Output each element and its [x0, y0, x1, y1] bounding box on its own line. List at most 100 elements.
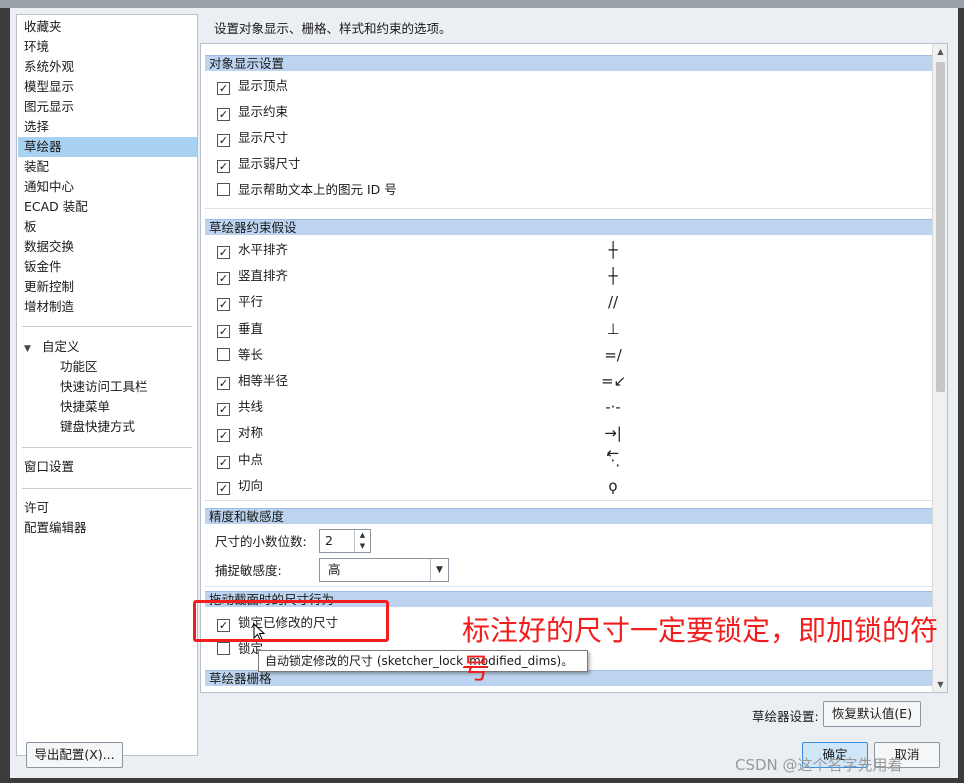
checkbox-unchecked[interactable]: [217, 183, 230, 196]
checkbox-checked[interactable]: ✓: [217, 455, 230, 469]
checkbox-label: 对称: [238, 425, 264, 441]
checkbox-checked[interactable]: ✓: [217, 377, 230, 390]
checkbox-checked[interactable]: ✓: [217, 298, 230, 312]
checkbox-option[interactable]: 锁定: [217, 639, 263, 659]
decimal-places-spinner[interactable]: 2 ▲ ▼: [319, 529, 371, 553]
tangent-constraint-icon: ϙ: [608, 476, 618, 495]
nav-item[interactable]: 装配: [18, 157, 197, 177]
checkbox-checked[interactable]: ✓: [217, 160, 230, 173]
annotation-highlight-box: [193, 600, 389, 642]
checkbox-label: 等长: [238, 346, 264, 362]
checkbox-label: 显示尺寸: [238, 130, 289, 145]
checkbox-checked[interactable]: ✓: [217, 403, 230, 417]
nav-subitem[interactable]: 快捷菜单: [18, 397, 197, 417]
nav-item[interactable]: 系统外观: [18, 57, 197, 77]
nav-item[interactable]: 收藏夹: [18, 17, 197, 37]
perpendicular-constraint-icon: ⊥: [606, 319, 620, 338]
checkbox-option[interactable]: ✓ 平行: [217, 292, 263, 312]
checkbox-label: 显示帮助文本上的图元 ID 号: [238, 182, 397, 197]
chevron-down-icon[interactable]: ▼: [430, 559, 448, 581]
checkbox-label: 共线: [238, 399, 264, 415]
csdn-watermark: CSDN @这个名字先用着: [735, 756, 903, 774]
checkbox-checked[interactable]: ✓: [217, 429, 230, 443]
checkbox-option[interactable]: ✓ 垂直: [217, 319, 263, 339]
checkbox-option[interactable]: ✓ 显示尺寸: [217, 128, 288, 148]
nav-item[interactable]: 通知中心: [18, 177, 197, 197]
checkbox-checked[interactable]: ✓: [217, 108, 230, 121]
nav-item[interactable]: 许可: [18, 498, 197, 518]
checkbox-label: 中点: [238, 451, 264, 467]
checkbox-checked[interactable]: ✓: [217, 82, 230, 95]
nav-divider: [22, 488, 192, 489]
panel-scrollbar[interactable]: ▲ ▼: [932, 44, 947, 692]
nav-item[interactable]: 数据交换: [18, 237, 197, 257]
export-config-button[interactable]: 导出配置(X)...: [26, 742, 123, 768]
checkbox-option[interactable]: 等长: [217, 345, 263, 365]
nav-subitem[interactable]: 快速访问工具栏: [18, 377, 197, 397]
horizontal-constraint-icon: ┼: [608, 241, 618, 259]
nav-item[interactable]: 图元显示: [18, 97, 197, 117]
snap-sensitivity-select[interactable]: 高 ▼: [319, 558, 449, 582]
nav-subitem[interactable]: 键盘快捷方式: [18, 417, 197, 437]
page-description: 设置对象显示、栅格、样式和约束的选项。: [214, 21, 452, 36]
section-separator: [205, 208, 933, 209]
checkbox-option[interactable]: ✓ 显示顶点: [217, 76, 288, 96]
checkbox-checked[interactable]: ✓: [217, 134, 230, 147]
restore-defaults-button[interactable]: 恢复默认值(E): [823, 701, 921, 727]
nav-divider: [22, 326, 192, 327]
nav-group-custom-label: 自定义: [41, 339, 80, 354]
sketcher-settings-label: 草绘器设置:: [752, 709, 819, 724]
equal-length-constraint-icon: =/: [604, 345, 622, 364]
spin-up-icon[interactable]: ▲: [355, 530, 370, 541]
nav-item[interactable]: 板: [18, 217, 197, 237]
checkbox-option[interactable]: ✓ 相等半径: [217, 371, 288, 391]
scroll-thumb[interactable]: [936, 62, 945, 392]
checkbox-label: 竖直排齐: [238, 268, 289, 284]
equal-radius-constraint-icon: =↙: [601, 372, 627, 390]
nav-item[interactable]: 钣金件: [18, 257, 197, 277]
nav-item[interactable]: 更新控制: [18, 277, 197, 297]
nav-group-custom[interactable]: ▼ 自定义: [18, 337, 197, 357]
nav-item[interactable]: 选择: [18, 117, 197, 137]
nav-item[interactable]: 配置编辑器: [18, 518, 197, 538]
collinear-constraint-icon: -·-: [605, 398, 621, 417]
snap-sensitivity-value: 高: [328, 562, 341, 577]
checkbox-option[interactable]: 显示帮助文本上的图元 ID 号: [217, 180, 397, 200]
decimal-places-value: 2: [325, 533, 333, 548]
nav-item[interactable]: ECAD 装配: [18, 197, 197, 217]
section-separator: [205, 586, 933, 587]
checkbox-option[interactable]: ✓ 共线: [217, 397, 263, 417]
nav-item-window-settings[interactable]: 窗口设置: [18, 457, 197, 477]
spinner-buttons[interactable]: ▲ ▼: [354, 530, 370, 552]
checkbox-option[interactable]: ✓ 对称: [217, 423, 263, 443]
checkbox-option[interactable]: ✓ 显示约束: [217, 102, 288, 122]
checkbox-option[interactable]: ✓ 切向: [217, 476, 263, 496]
checkbox-option[interactable]: ✓ 显示弱尺寸: [217, 154, 301, 174]
nav-item[interactable]: 增材制造: [18, 297, 197, 317]
checkbox-label: 水平排齐: [238, 242, 289, 257]
checkbox-unchecked[interactable]: [217, 642, 230, 655]
nav-item[interactable]: 模型显示: [18, 77, 197, 97]
checkbox-option[interactable]: ✓ 中点: [217, 450, 263, 470]
checkbox-checked[interactable]: ✓: [217, 272, 230, 286]
section-header: 对象显示设置: [205, 55, 933, 71]
collapse-caret-icon[interactable]: ▼: [24, 339, 38, 359]
nav-item[interactable]: 草绘器: [18, 137, 197, 157]
parallel-constraint-icon: //: [607, 293, 619, 312]
nav-subitem[interactable]: 功能区: [18, 357, 197, 377]
symmetric-constraint-icon: →|←: [604, 424, 622, 463]
window-top-strip: [0, 0, 964, 8]
checkbox-option[interactable]: ✓ 竖直排齐: [217, 266, 288, 286]
checkbox-label: 显示顶点: [238, 78, 289, 93]
checkbox-checked[interactable]: ✓: [217, 324, 230, 338]
nav-item[interactable]: 环境: [18, 37, 197, 57]
checkbox-label: 平行: [238, 294, 264, 310]
checkbox-option[interactable]: ✓ 水平排齐: [217, 240, 288, 260]
checkbox-checked[interactable]: ✓: [217, 481, 230, 495]
options-nav-tree: 收藏夹 环境 系统外观 模型显示 图元显示 选择 草绘器 装配 通知中心 ECAD 装配板数据交换…: [16, 14, 198, 756]
nav-divider: [22, 447, 192, 448]
spin-down-icon[interactable]: ▼: [355, 541, 370, 552]
checkbox-unchecked[interactable]: [217, 347, 230, 361]
scroll-up-icon[interactable]: ▲: [934, 45, 947, 58]
checkbox-checked[interactable]: ✓: [217, 246, 230, 259]
